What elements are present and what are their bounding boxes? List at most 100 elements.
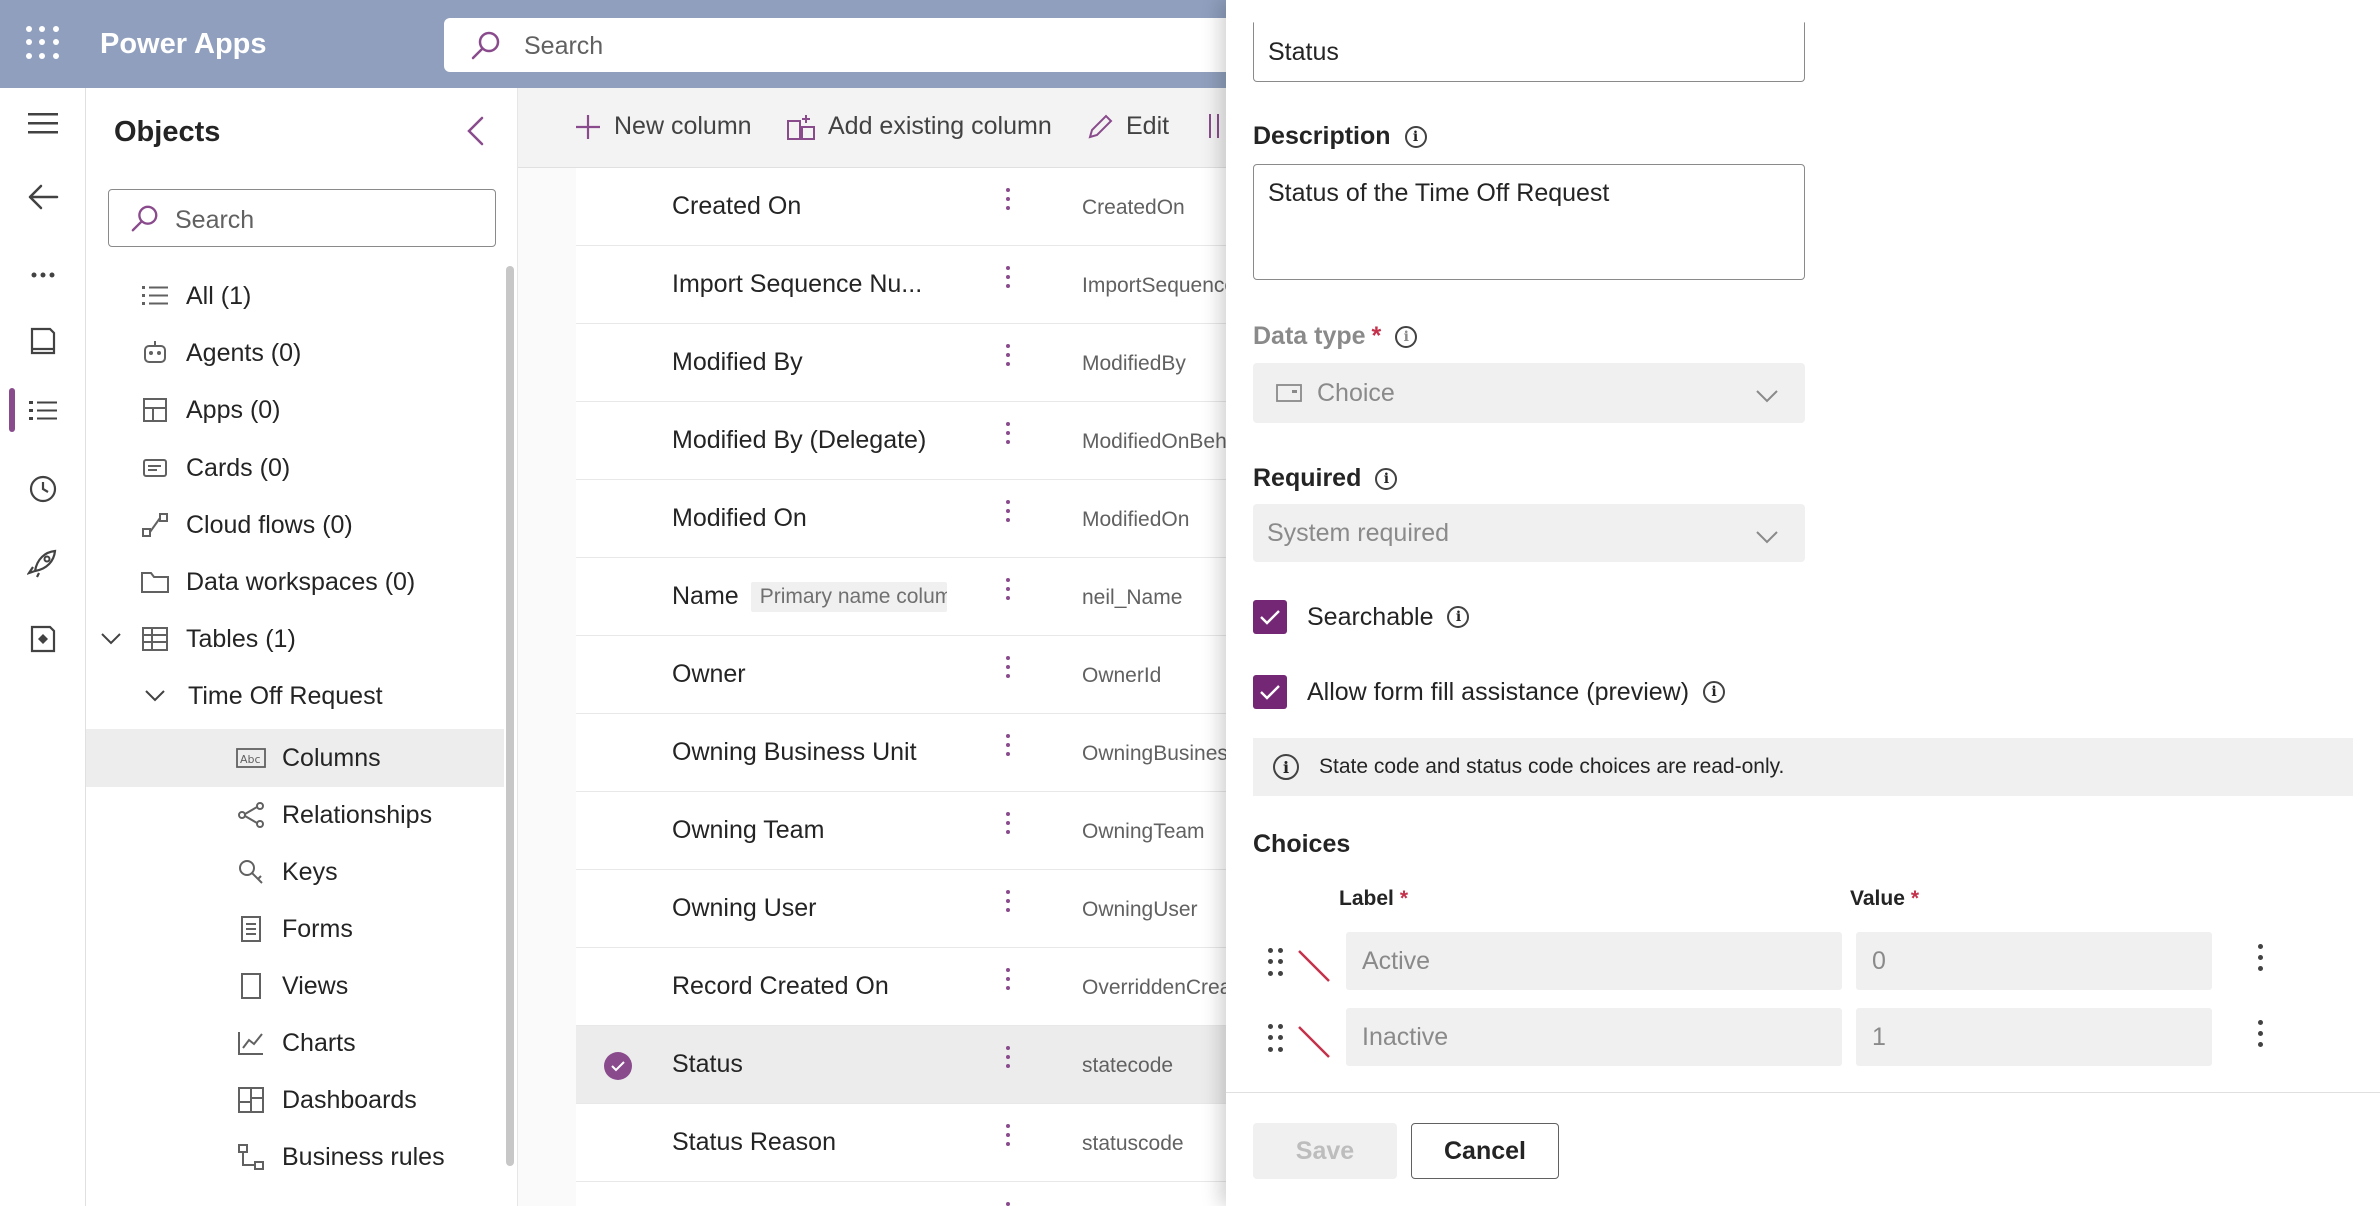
sub-item-relationships[interactable]: Relationships	[234, 788, 432, 842]
data-type-dropdown[interactable]: Choice	[1253, 363, 1805, 423]
hamburger-icon[interactable]	[20, 100, 66, 146]
chevron-down-icon[interactable]	[144, 689, 168, 703]
more-options-icon[interactable]	[1004, 734, 1012, 761]
objects-search-input[interactable]: Search	[108, 189, 496, 247]
collapse-chevron-icon[interactable]	[464, 114, 486, 153]
more-options-icon[interactable]	[1004, 422, 1012, 449]
info-icon[interactable]: i	[1395, 325, 1418, 348]
more-icon[interactable]	[20, 252, 66, 298]
sub-item-keys[interactable]: Keys	[234, 845, 338, 899]
choice-label-input[interactable]: Active	[1346, 932, 1842, 990]
selected-check-icon[interactable]	[604, 1052, 632, 1080]
sub-item-dashboards[interactable]: Dashboards	[234, 1073, 417, 1127]
more-options-icon[interactable]	[1004, 656, 1012, 683]
display-name-input[interactable]: Status	[1253, 22, 1805, 82]
table-row[interactable]: Created On CreatedOn	[576, 168, 1226, 246]
table-row[interactable]: Owning Business Unit OwningBusinessUnit	[576, 714, 1226, 792]
tree-item-tables[interactable]: Tables (1)	[100, 612, 296, 666]
global-search-input[interactable]: Search	[444, 18, 1244, 72]
choice-value-input[interactable]: 1	[1856, 1008, 2212, 1066]
tree-item-data-workspaces[interactable]: Data workspaces (0)	[138, 555, 415, 609]
column-schema-name: ModifiedBy	[1082, 352, 1186, 375]
more-options-icon[interactable]	[1004, 500, 1012, 527]
required-dropdown[interactable]: System required	[1253, 504, 1805, 562]
more-options-icon[interactable]	[2256, 944, 2264, 977]
table-row[interactable]: Status Reason statuscode	[576, 1104, 1226, 1182]
more-options-icon[interactable]	[1004, 1202, 1012, 1206]
sub-item-columns[interactable]: Abc Columns	[234, 731, 381, 785]
tree-item-cards[interactable]: Cards (0)	[138, 441, 290, 495]
column-schema-name: OwningBusinessUnit	[1082, 742, 1226, 765]
app-title[interactable]: Power Apps	[100, 28, 267, 61]
sub-item-forms[interactable]: Forms	[234, 902, 353, 956]
objects-scrollbar[interactable]	[506, 266, 514, 1166]
new-column-button[interactable]: New column	[574, 112, 752, 141]
drag-handle-icon[interactable]	[1268, 948, 1284, 978]
history-icon[interactable]	[20, 466, 66, 512]
more-options-icon[interactable]	[1004, 344, 1012, 371]
deploy-icon[interactable]	[20, 616, 66, 662]
sub-item-charts[interactable]: Charts	[234, 1016, 356, 1070]
add-existing-column-button[interactable]: Add existing column	[786, 112, 1052, 141]
list-icon[interactable]	[20, 388, 66, 434]
rocket-icon[interactable]	[20, 540, 66, 586]
more-options-icon[interactable]	[1004, 1124, 1012, 1151]
info-icon[interactable]: i	[1375, 467, 1398, 490]
table-row[interactable]: Modified By (Delegate) ModifiedOnBehalfBy	[576, 402, 1226, 480]
table-row[interactable]: Owning Team OwningTeam	[576, 792, 1226, 870]
table-row[interactable]: Owner OwnerId	[576, 636, 1226, 714]
required-asterisk: *	[1910, 887, 1920, 910]
sub-item-views[interactable]: Views	[234, 959, 348, 1013]
tools-icon[interactable]	[1206, 112, 1226, 140]
table-row[interactable]: Modified On ModifiedOn	[576, 480, 1226, 558]
description-textarea[interactable]: Status of the Time Off Request	[1253, 164, 1805, 280]
tree-item-apps[interactable]: Apps (0)	[138, 383, 281, 437]
more-options-icon[interactable]	[1004, 890, 1012, 917]
chevron-down-icon[interactable]	[100, 632, 124, 646]
table-row[interactable]: Record Created On OverriddenCreatedOn	[576, 948, 1226, 1026]
save-button[interactable]: Save	[1253, 1123, 1397, 1179]
data-type-label: Data type * i	[1253, 322, 1418, 351]
app-launcher-icon[interactable]	[26, 26, 60, 60]
info-icon[interactable]: i	[1404, 125, 1427, 148]
book-icon[interactable]	[20, 318, 66, 364]
more-options-icon[interactable]	[1004, 1046, 1012, 1073]
tree-item-cloud-flows[interactable]: Cloud flows (0)	[138, 498, 353, 552]
table-row[interactable]: Status statecode	[576, 1026, 1226, 1104]
checkmark-icon[interactable]	[1253, 600, 1287, 634]
table-row[interactable]: Time Off Requestneil_TimeOffRequestId	[576, 1182, 1226, 1206]
drag-handle-icon[interactable]	[1268, 1024, 1284, 1054]
info-icon[interactable]: i	[1703, 681, 1726, 703]
tree-item-agents[interactable]: Agents (0)	[138, 326, 301, 380]
info-icon[interactable]: i	[1447, 606, 1470, 628]
back-arrow-icon[interactable]	[20, 174, 66, 220]
cancel-button[interactable]: Cancel	[1411, 1123, 1559, 1179]
table-row[interactable]: Import Sequence Nu... ImportSequenceNumbe…	[576, 246, 1226, 324]
tree-count: (1)	[265, 624, 296, 653]
tree-item-time-off-request[interactable]: Time Off Request	[144, 669, 383, 723]
choice-value-input[interactable]: 0	[1856, 932, 2212, 990]
more-options-icon[interactable]	[1004, 578, 1012, 605]
tree-label: Data workspaces	[186, 567, 378, 596]
searchable-checkbox[interactable]: Searchable i	[1253, 600, 1470, 634]
table-row[interactable]: Modified By ModifiedBy	[576, 324, 1226, 402]
form-fill-checkbox[interactable]: Allow form fill assistance (preview) i	[1253, 675, 1726, 709]
column-display-name: Import Sequence Nu...	[672, 270, 922, 299]
more-options-icon[interactable]	[1004, 266, 1012, 293]
more-options-icon[interactable]	[1004, 812, 1012, 839]
color-swatch-icon[interactable]	[1296, 1024, 1332, 1060]
column-schema-name: OwningTeam	[1082, 820, 1205, 843]
table-row[interactable]: Name Primary name column neil_Name	[576, 558, 1226, 636]
tree-item-all[interactable]: All (1)	[138, 269, 251, 323]
more-options-icon[interactable]	[1004, 188, 1012, 215]
sub-item-business-rules[interactable]: Business rules	[234, 1130, 445, 1184]
color-swatch-icon[interactable]	[1296, 948, 1332, 984]
tree-label: Tables	[186, 624, 259, 653]
table-row[interactable]: Owning User OwningUser	[576, 870, 1226, 948]
more-options-icon[interactable]	[1004, 968, 1012, 995]
edit-button[interactable]: Edit	[1086, 112, 1169, 141]
more-options-icon[interactable]	[2256, 1020, 2264, 1053]
checkmark-icon[interactable]	[1253, 675, 1287, 709]
choice-label-input[interactable]: Inactive	[1346, 1008, 1842, 1066]
column-display-name: Modified On	[672, 504, 807, 533]
